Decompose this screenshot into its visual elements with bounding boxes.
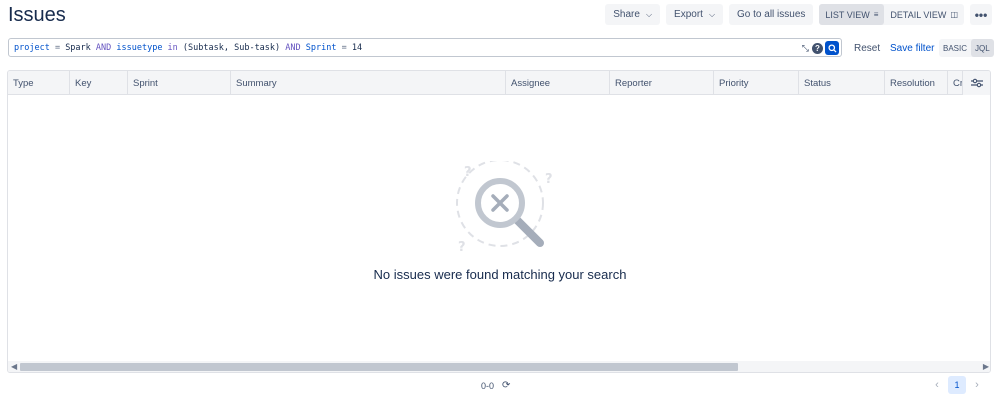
jql-token: 14 (351, 42, 363, 53)
horizontal-scrollbar[interactable]: ◀ ▶ (8, 361, 990, 372)
jql-token: AND (90, 42, 117, 53)
column-header-resolution[interactable]: Resolution (885, 71, 948, 95)
basic-mode-button[interactable]: BASIC (939, 39, 971, 57)
jql-token: Sprint (305, 42, 337, 53)
header-toolbar: Share ⌵ Export ⌵ Go to all issues LIST V… (599, 4, 992, 25)
go-to-all-issues-button[interactable]: Go to all issues (729, 4, 814, 25)
more-icon: ••• (974, 7, 988, 22)
jql-query-input[interactable]: project = Spark AND issuetype in (Subtas… (8, 38, 842, 57)
issues-table: Type Key Sprint Summary Assignee Reporte… (7, 70, 991, 373)
column-settings-button[interactable] (962, 71, 990, 95)
previous-page-icon[interactable]: ‹ (930, 379, 944, 391)
svg-text:?: ? (545, 172, 553, 187)
jql-token: AND (280, 42, 306, 53)
column-header-type[interactable]: Type (8, 71, 70, 95)
view-switcher: LIST VIEW ≡ DETAIL VIEW ◫ (819, 4, 964, 25)
chevron-down-icon: ⌵ (645, 9, 653, 19)
share-button[interactable]: Share ⌵ (605, 4, 661, 25)
jql-mode-button[interactable]: JQL (971, 39, 994, 57)
column-header-assignee[interactable]: Assignee (506, 71, 610, 95)
search-icon (827, 43, 837, 53)
column-header-status[interactable]: Status (799, 71, 885, 95)
share-label: Share (613, 9, 640, 20)
jql-token: Spark (65, 42, 91, 53)
jql-query-text: project = Spark AND issuetype in (Subtas… (9, 43, 362, 53)
list-view-icon: ≡ (873, 10, 879, 19)
jql-token: = (49, 42, 66, 53)
list-view-button[interactable]: LIST VIEW ≡ (819, 4, 885, 25)
svg-text:?: ? (464, 165, 472, 180)
column-header-summary[interactable]: Summary (231, 71, 506, 95)
list-view-label: LIST VIEW (825, 9, 870, 20)
page-title: Issues (8, 4, 66, 26)
jql-token: (Subtask, Sub-task) (182, 42, 281, 53)
reset-button[interactable]: Reset (854, 43, 880, 54)
detail-view-button[interactable]: DETAIL VIEW ◫ (884, 4, 964, 25)
column-header-key[interactable]: Key (70, 71, 128, 95)
jql-actions: ⤡ ? (802, 41, 839, 55)
save-filter-button[interactable]: Save filter (890, 43, 934, 54)
sliders-icon (970, 78, 983, 88)
jql-token: in (162, 42, 183, 53)
detail-view-icon: ◫ (950, 10, 958, 19)
pagination: ‹ 1 › (930, 376, 984, 394)
empty-state-message: No issues were found matching your searc… (373, 267, 627, 282)
scrollbar-thumb[interactable] (20, 363, 738, 371)
table-header: Type Key Sprint Summary Assignee Reporte… (8, 71, 990, 95)
scroll-left-icon[interactable]: ◀ (11, 362, 17, 371)
export-button[interactable]: Export ⌵ (666, 4, 724, 25)
page-number-button[interactable]: 1 (948, 376, 966, 394)
scroll-right-icon[interactable]: ▶ (983, 362, 989, 371)
more-actions-button[interactable]: ••• (970, 4, 992, 25)
refresh-icon[interactable]: ⟳ (502, 380, 510, 391)
go-to-all-issues-label: Go to all issues (737, 9, 806, 20)
no-results-illustration: ? ? ? (456, 161, 553, 255)
expand-icon[interactable]: ⤡ (802, 43, 809, 54)
column-header-sprint[interactable]: Sprint (128, 71, 231, 95)
next-page-icon[interactable]: › (970, 379, 984, 391)
jql-token: project (14, 42, 50, 53)
chevron-down-icon: ⌵ (708, 9, 716, 19)
jql-token: issuetype (116, 42, 163, 53)
detail-view-label: DETAIL VIEW (890, 9, 947, 20)
search-button[interactable] (825, 41, 839, 55)
column-header-reporter[interactable]: Reporter (610, 71, 714, 95)
svg-text:?: ? (458, 240, 466, 255)
results-count: 0-0 (481, 381, 495, 391)
help-icon[interactable]: ? (812, 42, 823, 54)
jql-token: = (336, 42, 352, 53)
search-mode-toggle: BASIC JQL (939, 39, 994, 57)
column-header-priority[interactable]: Priority (714, 71, 799, 95)
export-label: Export (674, 9, 703, 20)
